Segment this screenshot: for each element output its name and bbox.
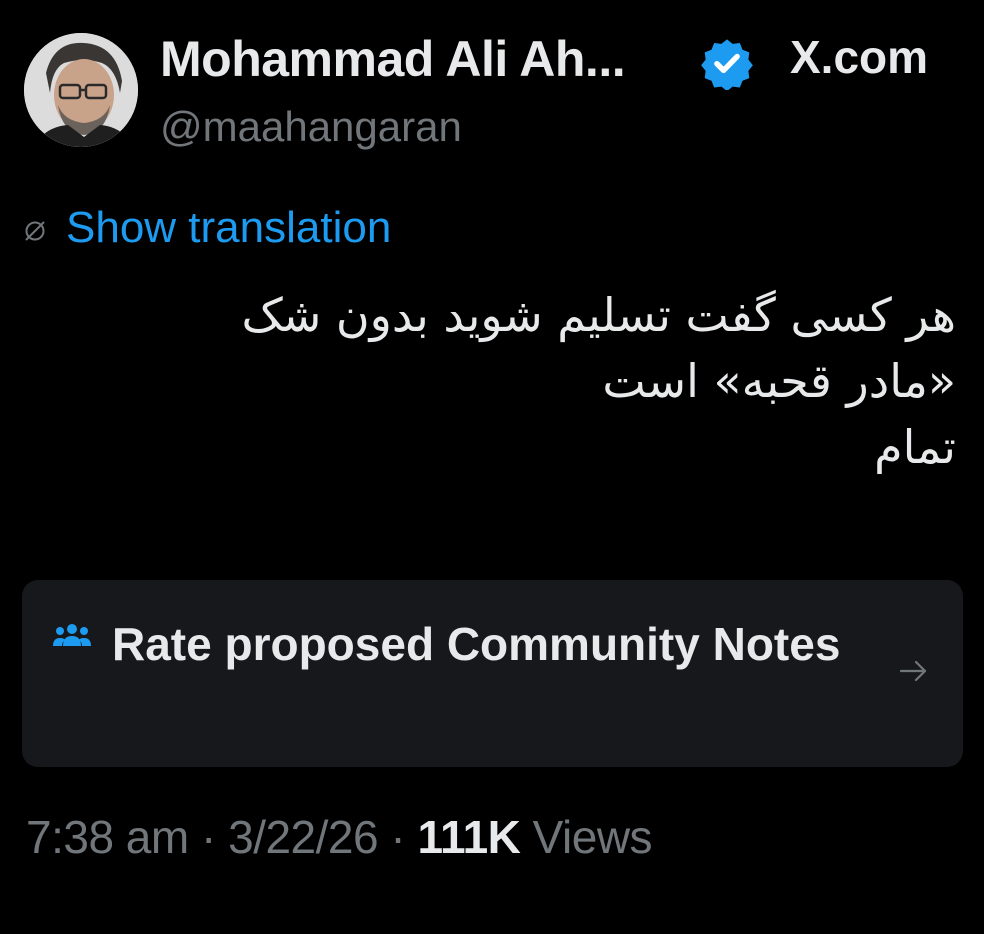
tweet-line: تمام	[874, 420, 956, 474]
tweet-text: هر کسی گفت تسلیم شوید بدون شک «مادر قحبه…	[26, 282, 956, 480]
meta-separator: ·	[201, 811, 216, 863]
translate-globe-icon	[25, 221, 45, 241]
views-label: Views	[532, 811, 653, 863]
tweet-line: «مادر قحبه» است	[602, 354, 956, 408]
tweet-meta: 7:38 am · 3/22/26 · 111K Views	[26, 810, 653, 864]
views-count[interactable]: 111K	[417, 811, 520, 863]
author-display-name[interactable]: Mohammad Ali Ah...	[160, 30, 626, 88]
community-notes-label: Rate proposed Community Notes	[112, 618, 841, 670]
source-label: X.com	[790, 30, 928, 84]
community-people-icon	[53, 624, 91, 646]
show-translation-link[interactable]: Show translation	[66, 203, 391, 253]
arrow-right-icon	[899, 660, 927, 682]
tweet-screenshot: Mohammad Ali Ah... X.com @maahangaran Sh…	[0, 0, 984, 934]
avatar[interactable]	[24, 33, 138, 147]
author-handle[interactable]: @maahangaran	[160, 103, 462, 151]
tweet-line: هر کسی گفت تسلیم شوید بدون شک	[241, 288, 956, 342]
meta-separator: ·	[390, 811, 406, 863]
tweet-time[interactable]: 7:38 am	[26, 811, 189, 863]
community-notes-card[interactable]: Rate proposed Community Notes	[22, 580, 963, 767]
tweet-date[interactable]: 3/22/26	[228, 811, 378, 863]
verified-badge-icon	[701, 39, 753, 90]
source-text: X.com	[790, 31, 929, 83]
avatar-photo-icon	[24, 33, 138, 147]
